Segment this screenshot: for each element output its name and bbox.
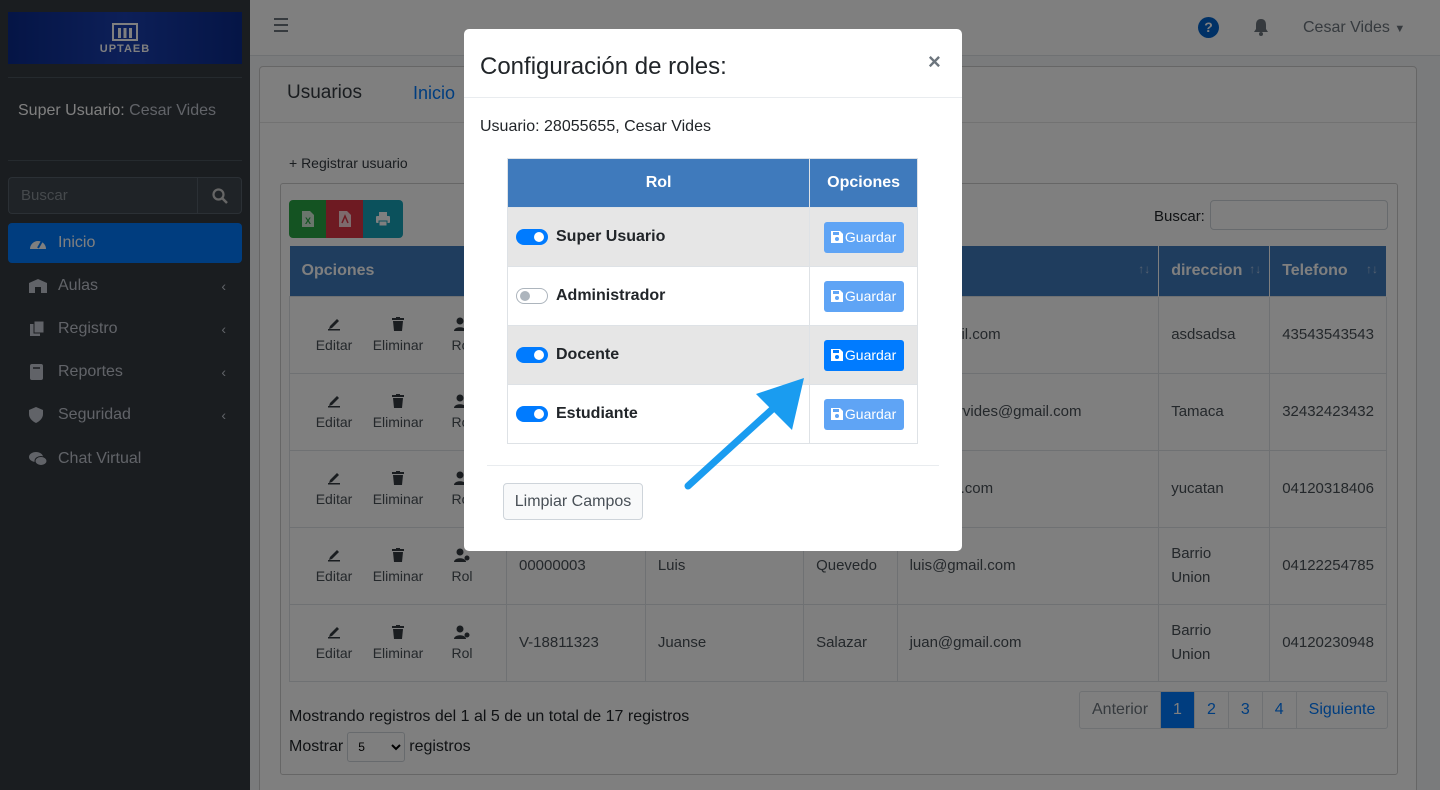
role-label-group: Administrador bbox=[508, 287, 809, 305]
annotation-arrow-icon bbox=[684, 378, 804, 490]
save-role-label: Guardar bbox=[844, 406, 897, 422]
modal-title: Configuración de roles: bbox=[480, 53, 727, 80]
role-toggle[interactable] bbox=[516, 288, 548, 304]
save-icon bbox=[830, 408, 843, 420]
save-role-button[interactable]: Guardar bbox=[823, 221, 904, 253]
role-toggle[interactable] bbox=[516, 229, 548, 245]
role-name: Super Usuario bbox=[556, 228, 666, 245]
role-options-cell: Guardar bbox=[809, 384, 918, 444]
divider bbox=[464, 97, 962, 98]
role-toggle[interactable] bbox=[516, 406, 548, 422]
save-role-label: Guardar bbox=[844, 347, 897, 363]
role-options-cell: Guardar bbox=[809, 207, 918, 267]
role-name: Estudiante bbox=[556, 405, 638, 422]
save-icon bbox=[830, 290, 843, 302]
toggle-knob bbox=[534, 350, 544, 360]
role-row: Administrador Guardar bbox=[506, 266, 918, 326]
column-header-opciones: Opciones bbox=[809, 158, 918, 208]
role-cell: Super Usuario bbox=[506, 207, 811, 267]
column-header-rol: Rol bbox=[506, 158, 811, 208]
clear-fields-button[interactable]: Limpiar Campos bbox=[503, 483, 643, 520]
role-row: Super Usuario Guardar bbox=[506, 207, 918, 267]
save-role-button[interactable]: Guardar bbox=[823, 280, 904, 312]
role-options-cell: Guardar bbox=[809, 266, 918, 326]
role-cell: Administrador bbox=[506, 266, 811, 326]
role-toggle[interactable] bbox=[516, 347, 548, 363]
close-icon[interactable]: × bbox=[928, 49, 941, 75]
role-label-group: Docente bbox=[508, 346, 809, 364]
toggle-knob bbox=[534, 232, 544, 242]
save-icon bbox=[830, 349, 843, 361]
save-role-label: Guardar bbox=[844, 229, 897, 245]
save-icon bbox=[830, 231, 843, 243]
role-name: Docente bbox=[556, 346, 620, 363]
toggle-knob bbox=[520, 291, 530, 301]
role-label-group: Super Usuario bbox=[508, 228, 809, 246]
save-role-button[interactable]: Guardar bbox=[823, 398, 904, 430]
role-name: Administrador bbox=[556, 287, 666, 304]
modal-user-info: Usuario: 28055655, Cesar Vides bbox=[480, 118, 711, 135]
toggle-knob bbox=[534, 409, 544, 419]
save-role-label: Guardar bbox=[844, 288, 897, 304]
save-role-button[interactable]: Guardar bbox=[823, 339, 904, 371]
role-options-cell: Guardar bbox=[809, 325, 918, 385]
